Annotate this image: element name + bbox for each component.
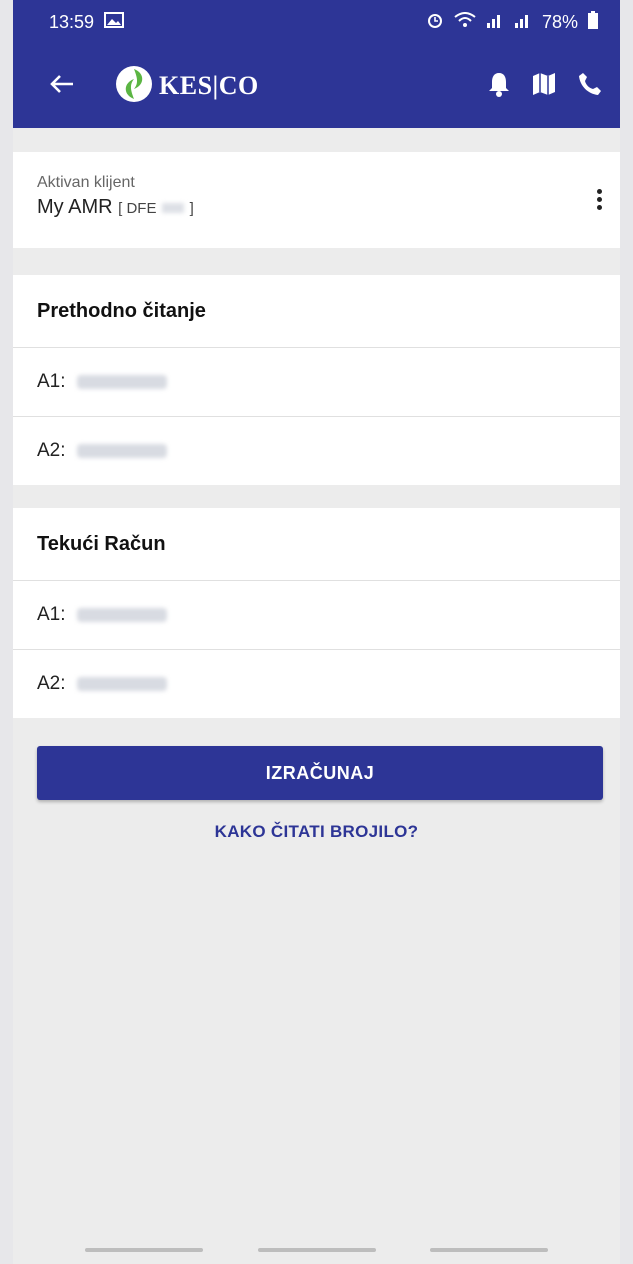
client-code: [ DFE bbox=[118, 200, 157, 217]
client-name: My AMR bbox=[37, 196, 113, 218]
calculate-button[interactable]: IZRAČUNAJ bbox=[37, 746, 603, 800]
row-label: A1: bbox=[37, 371, 66, 392]
system-nav-bar bbox=[13, 1236, 620, 1264]
brand-logo: KES|CO bbox=[115, 65, 259, 108]
row-label: A2: bbox=[37, 673, 66, 694]
active-client-card: Aktivan klijent My AMR [ DFE ] bbox=[13, 152, 620, 248]
back-arrow-icon[interactable] bbox=[49, 69, 89, 103]
more-options-icon[interactable] bbox=[594, 186, 604, 213]
alarm-icon bbox=[426, 11, 444, 34]
phone-icon[interactable] bbox=[578, 72, 602, 101]
client-code-blurred bbox=[162, 203, 185, 213]
app-bar: KES|CO bbox=[13, 44, 620, 128]
logo-icon bbox=[115, 65, 153, 108]
battery-icon bbox=[588, 10, 598, 34]
blurred-value bbox=[76, 676, 167, 691]
current-bill-title: Tekući Račun bbox=[13, 508, 620, 581]
app-screen: 13:59 78% KES|CO Aktivan klijent My AMR … bbox=[13, 0, 620, 1264]
client-value: My AMR [ DFE ] bbox=[37, 196, 596, 219]
blurred-value bbox=[76, 607, 167, 622]
row-label: A1: bbox=[37, 604, 66, 625]
signal-icon bbox=[486, 12, 504, 33]
row-label: A2: bbox=[37, 440, 66, 461]
current-bill-card: Tekući Račun A1: A2: bbox=[13, 508, 620, 718]
current-bill-row: A2: bbox=[13, 650, 620, 718]
battery-percent: 78% bbox=[541, 11, 578, 32]
signal-icon bbox=[514, 12, 532, 33]
previous-reading-row: A1: bbox=[13, 348, 620, 417]
bell-icon[interactable] bbox=[488, 71, 510, 102]
client-code-end: ] bbox=[189, 200, 194, 217]
nav-recent-button[interactable] bbox=[85, 1248, 203, 1252]
client-label: Aktivan klijent bbox=[37, 174, 135, 191]
nav-home-button[interactable] bbox=[257, 1248, 376, 1252]
map-icon[interactable] bbox=[532, 72, 556, 101]
wifi-icon bbox=[454, 11, 476, 33]
previous-reading-title: Prethodno čitanje bbox=[13, 275, 620, 348]
brand-name: KES|CO bbox=[159, 71, 259, 100]
previous-reading-card: Prethodno čitanje A1: A2: bbox=[13, 275, 620, 485]
status-bar: 13:59 78% bbox=[13, 0, 620, 44]
image-icon bbox=[104, 11, 125, 33]
how-to-read-meter-link[interactable]: KAKO ČITATI BROJILO? bbox=[13, 822, 620, 842]
current-bill-row: A1: bbox=[13, 581, 620, 650]
status-time: 13:59 bbox=[49, 11, 95, 32]
nav-back-button[interactable] bbox=[430, 1248, 548, 1252]
blurred-value bbox=[76, 374, 167, 389]
previous-reading-row: A2: bbox=[13, 417, 620, 485]
blurred-value bbox=[76, 443, 167, 458]
